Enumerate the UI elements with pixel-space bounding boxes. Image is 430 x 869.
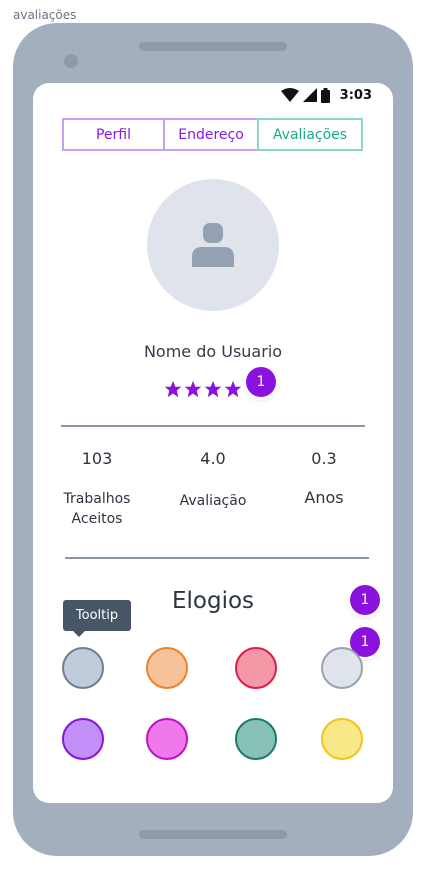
status-time: 3:03 <box>339 87 372 103</box>
stat-years-label-wrap: Anos <box>294 488 354 507</box>
frame-label: avaliações <box>13 8 77 22</box>
praise-circle[interactable] <box>321 718 363 760</box>
screen: 3:03 Perfil Endereço Avaliações Nome do … <box>33 83 393 803</box>
praise-circle[interactable] <box>62 718 104 760</box>
stat-jobs-value: 103 <box>81 449 113 468</box>
tab-perfil[interactable]: Perfil <box>62 118 163 151</box>
praise-circle[interactable] <box>146 647 188 689</box>
star-icon <box>184 380 202 398</box>
star-icon <box>164 380 182 398</box>
stat-rating-label: Avaliação <box>179 493 247 509</box>
stat-jobs-label: Trabalhos Aceitos <box>63 491 131 527</box>
battery-icon <box>320 87 330 103</box>
praise-circle[interactable] <box>235 647 277 689</box>
praise-circle[interactable] <box>146 718 188 760</box>
stat-rating: 4.0 <box>183 449 243 468</box>
home-bar <box>139 830 287 839</box>
star-icon <box>204 380 222 398</box>
divider-bottom <box>65 557 369 559</box>
stat-years-label: Anos <box>304 488 344 507</box>
tooltip-arrow <box>73 631 85 637</box>
divider-top <box>61 425 365 427</box>
tooltip: Tooltip <box>63 600 131 631</box>
praise-circle[interactable] <box>62 647 104 689</box>
user-name: Nome do Usuario <box>143 342 283 361</box>
avatar <box>147 179 279 311</box>
praise-circle[interactable] <box>235 718 277 760</box>
user-icon <box>192 223 234 267</box>
rating-badge[interactable]: 1 <box>246 367 276 397</box>
stat-years: 0.3 <box>294 449 354 468</box>
tab-bar: Perfil Endereço Avaliações <box>62 118 363 151</box>
stat-jobs-label-wrap: Trabalhos Aceitos <box>57 489 137 529</box>
star-icon <box>224 380 242 398</box>
speaker-bar <box>139 42 287 51</box>
wifi-icon <box>280 88 299 102</box>
status-bar: 3:03 <box>280 86 372 104</box>
stat-years-value: 0.3 <box>311 449 337 468</box>
rating-stars <box>164 380 242 398</box>
tab-endereco[interactable]: Endereço <box>163 118 257 151</box>
notification-badge[interactable]: 1 <box>350 585 380 615</box>
signal-icon <box>302 88 317 102</box>
praise-circle[interactable] <box>321 647 363 689</box>
stat-jobs: 103 <box>67 449 127 468</box>
tab-avaliacoes[interactable]: Avaliações <box>257 118 363 151</box>
camera-dot <box>64 54 78 68</box>
stat-rating-value: 4.0 <box>200 449 226 468</box>
stat-rating-label-wrap: Avaliação <box>163 491 263 511</box>
